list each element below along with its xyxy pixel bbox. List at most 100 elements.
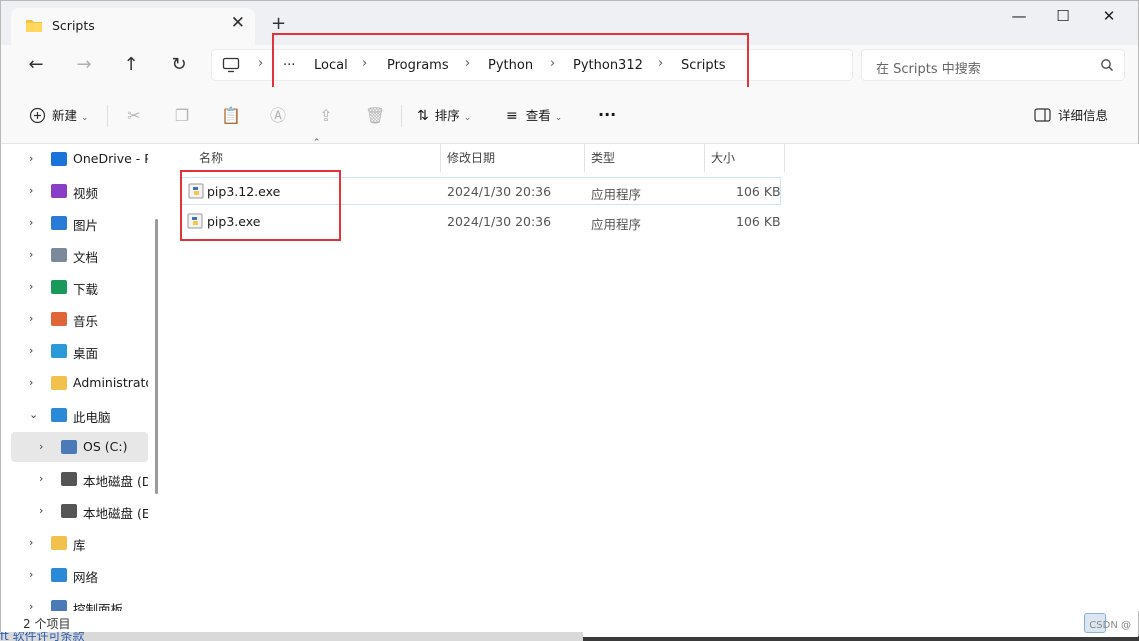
sidebar-item[interactable]: › 音乐 — [11, 304, 148, 334]
chevron-right-icon[interactable]: › — [29, 568, 33, 581]
new-tab-button[interactable]: + — [271, 13, 286, 34]
file-explorer-window: Scripts ✕ + — ☐ ✕ ← → ↑ ↻ › ··· Local › … — [0, 0, 1139, 637]
search-icon — [1101, 59, 1113, 71]
sidebar-item[interactable]: › 文档 — [11, 240, 148, 270]
chevron-down-icon: ⌄ — [81, 113, 89, 123]
column-header-type[interactable]: 类型 — [585, 144, 704, 172]
minimize-button[interactable]: — — [996, 5, 1042, 31]
desktop-icon — [51, 344, 67, 358]
sidebar-item-label: 库 — [73, 538, 86, 553]
details-label: 详细信息 — [1058, 108, 1109, 123]
search-box[interactable]: 在 Scripts 中搜索 — [861, 49, 1125, 81]
copy-icon[interactable]: ❐ — [173, 107, 191, 125]
chevron-down-icon: ⌄ — [554, 113, 563, 123]
divider — [401, 105, 402, 127]
column-header-size[interactable]: 大小 — [705, 144, 784, 172]
sidebar-item[interactable]: ⌄ 此电脑 — [11, 400, 148, 430]
sidebar-item[interactable]: › 视频 — [11, 176, 148, 206]
folder-icon — [51, 376, 67, 390]
share-icon[interactable]: ⇪ — [317, 107, 335, 125]
file-type: 应用程序 — [591, 187, 642, 202]
chevron-right-icon[interactable]: › — [29, 184, 33, 197]
command-bar: 新建 ⌄ ✂ ❐ 📋 Ⓐ ⇪ 🗑 ⇅ 排序 ⌄ ≡ 查看 ⌄ ··· 详细信息 — [1, 87, 1138, 144]
details-button[interactable]: 详细信息 — [1034, 105, 1108, 127]
chevron-down-icon: ⌄ — [463, 113, 472, 123]
column-header-modified[interactable]: 修改日期 — [441, 144, 584, 172]
chevron-right-icon[interactable]: › — [29, 312, 33, 325]
video-icon — [51, 184, 67, 198]
paste-icon[interactable]: 📋 — [221, 107, 241, 125]
sidebar-item-label: 桌面 — [73, 346, 99, 361]
chevron-right-icon[interactable]: › — [29, 280, 33, 293]
tab-close-icon[interactable]: ✕ — [231, 13, 245, 33]
sidebar-item-label: OneDrive - Pe — [73, 151, 148, 166]
chevron-right-icon[interactable]: › — [29, 600, 33, 611]
breadcrumb-separator: › — [258, 56, 264, 71]
refresh-button[interactable]: ↻ — [165, 53, 193, 79]
sidebar-item-label: 音乐 — [73, 314, 99, 329]
plus-circle-icon — [29, 107, 46, 124]
sidebar-item[interactable]: › 网络 — [11, 560, 148, 590]
chevron-right-icon[interactable]: › — [29, 248, 33, 261]
tab-scripts[interactable]: Scripts ✕ — [11, 8, 255, 45]
maximize-button[interactable]: ☐ — [1040, 5, 1086, 31]
back-button[interactable]: ← — [22, 53, 50, 79]
new-button[interactable]: 新建 ⌄ — [29, 105, 89, 127]
more-options-button[interactable]: ··· — [598, 105, 616, 127]
network-icon — [51, 568, 67, 582]
drive-icon — [61, 472, 77, 486]
sidebar-item[interactable]: › Administrator — [11, 368, 148, 398]
highlight-box-files — [180, 170, 341, 241]
sidebar-item[interactable]: › OS (C:) — [11, 432, 148, 462]
details-pane-icon — [1034, 108, 1051, 122]
background-text: ft 软件许可条款 — [0, 632, 85, 641]
chevron-right-icon[interactable]: › — [29, 376, 33, 389]
chevron-right-icon[interactable]: › — [39, 440, 43, 453]
sidebar-item[interactable]: › 控制面板 — [11, 592, 148, 611]
sidebar-item-label: 下载 — [73, 282, 99, 297]
chevron-right-icon[interactable]: › — [39, 504, 43, 517]
delete-icon[interactable]: 🗑 — [365, 107, 385, 125]
background-window-strip: ft 软件许可条款 — [0, 632, 583, 641]
picture-icon — [51, 216, 67, 230]
highlight-box-path — [272, 33, 749, 95]
column-header-name[interactable]: 名称 — [193, 144, 440, 172]
forward-button[interactable]: → — [70, 53, 98, 79]
sidebar-item-label: 视频 — [73, 186, 99, 201]
view-button[interactable]: ≡ 查看 ⌄ — [506, 105, 562, 127]
rename-icon[interactable]: Ⓐ — [269, 107, 287, 125]
sort-button[interactable]: ⇅ 排序 ⌄ — [417, 105, 471, 127]
chevron-right-icon[interactable]: › — [29, 152, 33, 165]
chevron-right-icon[interactable]: › — [29, 216, 33, 229]
sidebar-item[interactable]: › 下载 — [11, 272, 148, 302]
divider — [107, 105, 108, 127]
sidebar-scrollbar[interactable] — [155, 219, 158, 494]
cut-icon[interactable]: ✂ — [125, 107, 143, 125]
chevron-right-icon[interactable]: › — [29, 344, 33, 357]
sidebar-item-label: 文档 — [73, 250, 99, 265]
up-button[interactable]: ↑ — [117, 53, 145, 79]
control-panel-icon — [51, 600, 67, 611]
file-size: 106 KB — [736, 184, 781, 199]
sidebar-item[interactable]: › 本地磁盘 (E:) — [11, 496, 148, 526]
sidebar-item[interactable]: › OneDrive - Pe — [11, 144, 148, 174]
chevron-right-icon[interactable]: › — [29, 536, 33, 549]
drive-c-icon — [61, 440, 77, 454]
file-modified: 2024/1/30 20:36 — [447, 214, 552, 229]
sidebar-item[interactable]: › 库 — [11, 528, 148, 558]
column-divider[interactable] — [784, 144, 785, 172]
music-icon — [51, 312, 67, 326]
drive-icon — [61, 504, 77, 518]
download-icon — [51, 280, 67, 294]
sidebar-item-label: OS (C:) — [83, 439, 128, 454]
chevron-down-icon[interactable]: ⌄ — [29, 408, 38, 421]
sidebar-item-label: 网络 — [73, 570, 99, 585]
sidebar-item[interactable]: › 图片 — [11, 208, 148, 238]
sidebar-item[interactable]: › 本地磁盘 (D: — [11, 464, 148, 494]
view-label: 查看 — [525, 108, 551, 123]
chevron-right-icon[interactable]: › — [39, 472, 43, 485]
sidebar-item-label: 此电脑 — [73, 410, 111, 425]
close-window-button[interactable]: ✕ — [1086, 5, 1132, 31]
sidebar-item[interactable]: › 桌面 — [11, 336, 148, 366]
monitor-icon — [222, 57, 240, 73]
